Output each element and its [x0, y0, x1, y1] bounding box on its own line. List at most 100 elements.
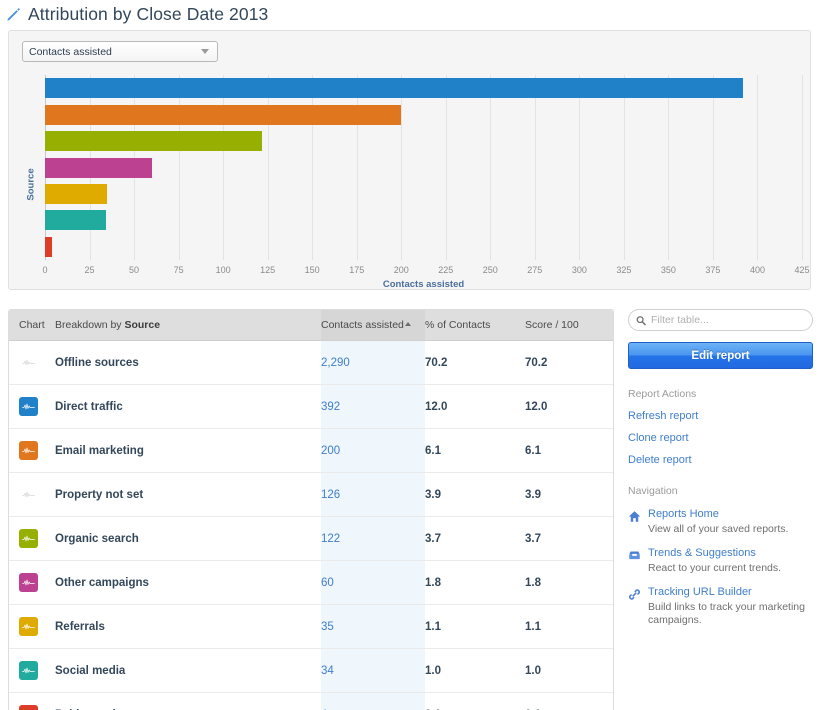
x-tick-label: 425: [794, 265, 810, 275]
column-header-breakdown[interactable]: Breakdown by Source: [55, 310, 321, 341]
row-percent-cell: 1.1: [425, 604, 525, 649]
pencil-icon[interactable]: [6, 7, 21, 22]
report-actions-list: Refresh report Clone report Delete report: [628, 410, 813, 466]
edit-report-button[interactable]: Edit report: [628, 342, 813, 369]
action-link[interactable]: Clone report: [628, 432, 813, 444]
row-chart-cell[interactable]: [9, 384, 55, 429]
nav-item-title[interactable]: Reports Home: [648, 508, 813, 520]
row-chart-cell[interactable]: [9, 516, 55, 561]
sparkline-glyph: [22, 403, 35, 410]
breakdown-prefix: Breakdown by: [55, 319, 125, 331]
filter-table-input[interactable]: [651, 314, 804, 326]
sparkline-glyph: [22, 491, 35, 498]
bar[interactable]: [45, 157, 152, 178]
sparkline-icon[interactable]: [19, 353, 38, 372]
x-tick-label: 25: [84, 265, 95, 275]
row-percent-cell: 1.0: [425, 648, 525, 693]
bar-slot: [45, 131, 263, 152]
row-chart-cell[interactable]: [9, 648, 55, 693]
row-chart-cell[interactable]: [9, 340, 55, 385]
x-tick-label: 100: [215, 265, 231, 275]
x-tick-label: 225: [438, 265, 454, 275]
row-name-cell: Organic search: [55, 516, 321, 561]
x-tick-label: 250: [482, 265, 498, 275]
nav-item[interactable]: Tracking URL Builder Build links to track…: [628, 586, 813, 627]
sparkline-icon[interactable]: [19, 705, 38, 710]
bar[interactable]: [45, 131, 263, 152]
nav-item-title[interactable]: Tracking URL Builder: [648, 586, 813, 598]
chart-panel: Contacts assisted Source 0 25 50 75 100 125 15…: [8, 30, 811, 290]
breakdown-dimension: Source: [124, 319, 161, 331]
row-percent-cell: 70.2: [425, 340, 525, 385]
row-metric-cell[interactable]: 126: [321, 472, 425, 517]
x-tick-label: 275: [527, 265, 543, 275]
column-header-metric[interactable]: Contacts assisted: [321, 310, 425, 341]
column-header-score[interactable]: Score / 100: [525, 310, 613, 341]
table-header: Chart Breakdown by Source Contacts assis…: [9, 310, 613, 341]
row-chart-cell[interactable]: [9, 428, 55, 473]
x-tick-label: 300: [571, 265, 587, 275]
y-axis-title: Source: [25, 168, 37, 201]
sparkline-icon[interactable]: [19, 661, 38, 680]
bar[interactable]: [45, 210, 106, 231]
table-row[interactable]: Email marketing 200 6.1 6.1: [9, 428, 613, 473]
row-metric-cell[interactable]: 34: [321, 648, 425, 693]
row-score-cell: 1.1: [525, 604, 613, 649]
nav-item-title[interactable]: Trends & Suggestions: [648, 547, 813, 559]
table-row[interactable]: Other campaigns 60 1.8 1.8: [9, 560, 613, 605]
sparkline-icon[interactable]: [19, 485, 38, 504]
report-actions-heading: Report Actions: [628, 388, 697, 400]
row-metric-cell[interactable]: 4: [321, 692, 425, 710]
bar[interactable]: [45, 78, 744, 99]
action-link[interactable]: Refresh report: [628, 410, 813, 422]
navigation-heading: Navigation: [628, 485, 678, 497]
row-score-cell: 3.9: [525, 472, 613, 517]
sparkline-icon[interactable]: [19, 573, 38, 592]
page-title: Attribution by Close Date 2013: [28, 3, 269, 24]
gridline: [802, 75, 803, 260]
nav-item-description: View all of your saved reports.: [648, 523, 789, 535]
x-axis-title: Contacts assisted: [382, 279, 465, 290]
table-row[interactable]: Direct traffic 392 12.0 12.0: [9, 384, 613, 429]
row-metric-cell[interactable]: 35: [321, 604, 425, 649]
home-icon: [628, 508, 641, 536]
column-header-chart[interactable]: Chart: [9, 310, 55, 341]
chevron-down-icon: [201, 49, 209, 54]
row-metric-cell[interactable]: 60: [321, 560, 425, 605]
row-metric-cell[interactable]: 200: [321, 428, 425, 473]
x-tick-label: 50: [129, 265, 140, 275]
row-metric-cell[interactable]: 392: [321, 384, 425, 429]
filter-table-box[interactable]: [628, 309, 813, 331]
metric-select[interactable]: Contacts assisted: [22, 41, 218, 62]
sparkline-icon[interactable]: [19, 441, 38, 460]
row-metric-cell[interactable]: 122: [321, 516, 425, 561]
table-row[interactable]: Property not set 126 3.9 3.9: [9, 472, 613, 517]
bar[interactable]: [45, 236, 53, 257]
row-score-cell: 12.0: [525, 384, 613, 429]
sort-ascending-icon: [404, 322, 411, 326]
sparkline-icon[interactable]: [19, 397, 38, 416]
column-header-percent[interactable]: % of Contacts: [425, 310, 525, 341]
sparkline-icon[interactable]: [19, 617, 38, 636]
row-score-cell: 3.7: [525, 516, 613, 561]
row-chart-cell[interactable]: [9, 560, 55, 605]
row-chart-cell[interactable]: [9, 472, 55, 517]
row-chart-cell[interactable]: [9, 604, 55, 649]
row-score-cell: 0.1: [525, 692, 613, 710]
x-tick-label: 150: [304, 265, 320, 275]
table-row[interactable]: Organic search 122 3.7 3.7: [9, 516, 613, 561]
sparkline-icon[interactable]: [19, 529, 38, 548]
row-metric-cell[interactable]: 2,290: [321, 340, 425, 385]
table-row[interactable]: Social media 34 1.0 1.0: [9, 648, 613, 693]
x-tick-label: 200: [393, 265, 409, 275]
row-chart-cell[interactable]: [9, 692, 55, 710]
action-link[interactable]: Delete report: [628, 454, 813, 466]
table-row[interactable]: Paid search40.10.1: [9, 692, 613, 710]
table-row[interactable]: Referrals 35 1.1 1.1: [9, 604, 613, 649]
table-row[interactable]: Offline sources 2,290 70.2 70.2: [9, 340, 613, 385]
nav-item[interactable]: Reports Home View all of your saved repor…: [628, 508, 813, 536]
bar[interactable]: [45, 183, 108, 204]
row-percent-cell: 12.0: [425, 384, 525, 429]
bar[interactable]: [45, 104, 402, 125]
nav-item[interactable]: Trends & Suggestions React to your curren…: [628, 547, 813, 575]
